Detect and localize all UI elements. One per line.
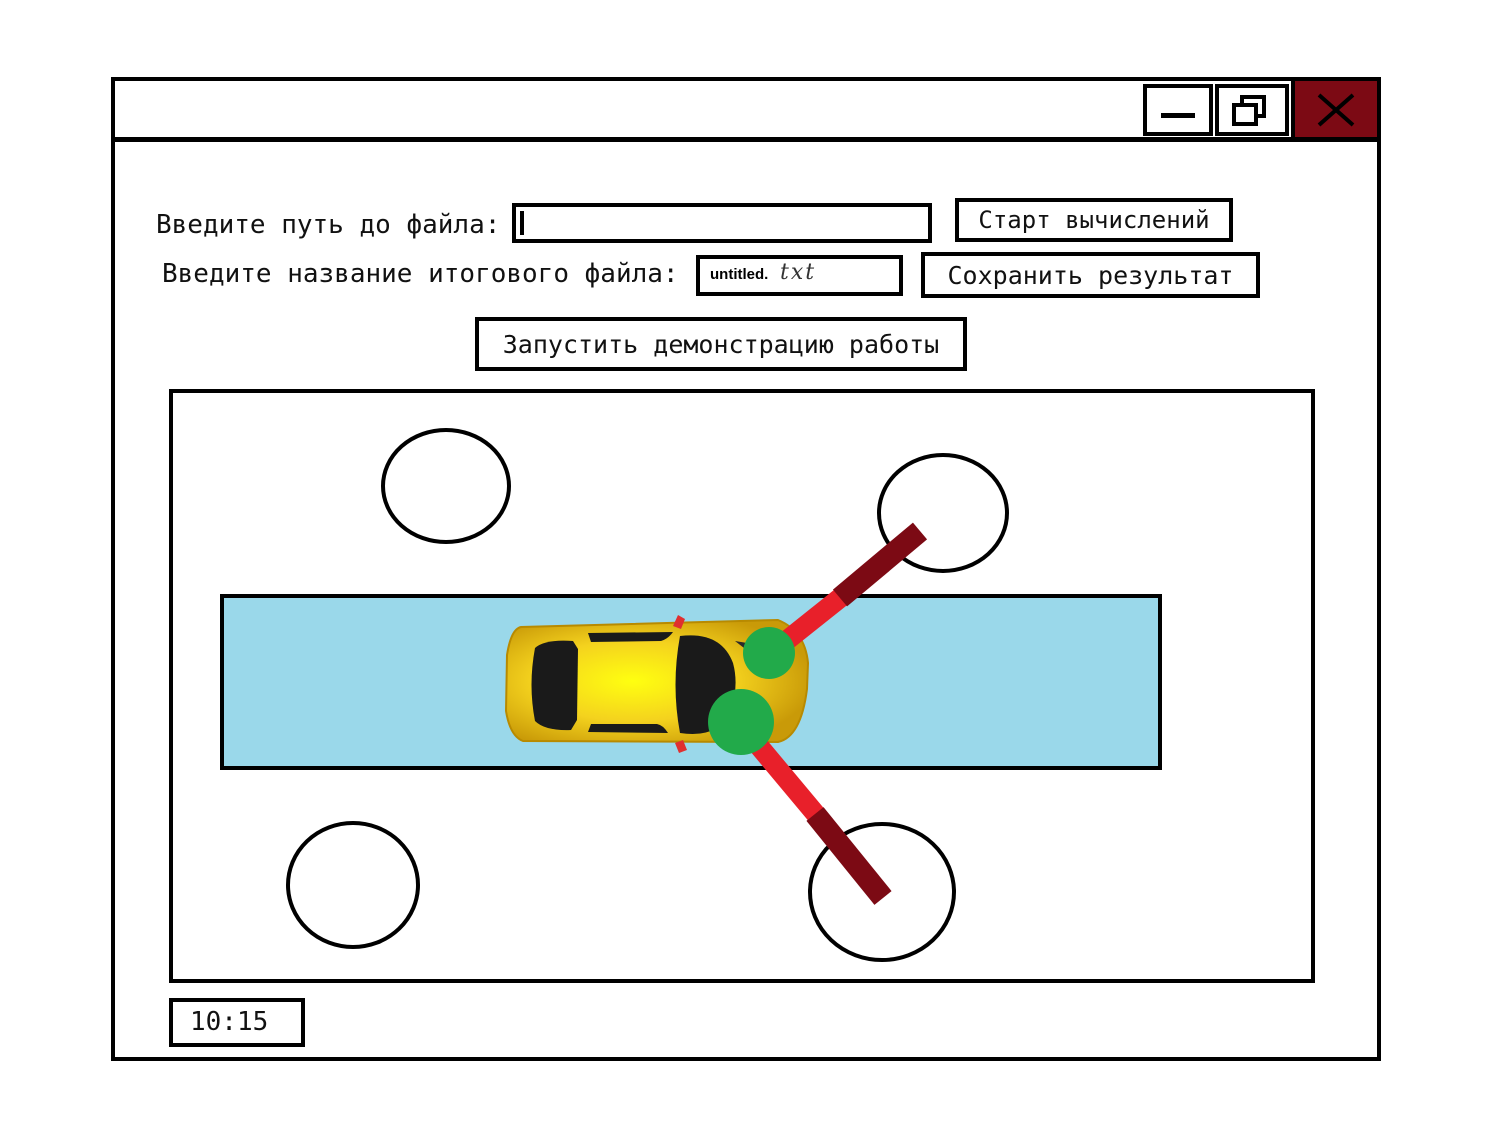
minimize-icon [1161, 113, 1195, 118]
restore-icon [1232, 95, 1266, 126]
output-name-text: untitled. [710, 266, 769, 283]
sensor-arm-lower-outer [806, 807, 892, 905]
demo-canvas [169, 389, 1315, 983]
title-bar[interactable] [115, 77, 1381, 142]
text-cursor [520, 211, 524, 235]
run-demo-button[interactable]: Запустить демонстрацию работы [475, 317, 967, 371]
file-path-field[interactable] [512, 203, 932, 243]
save-result-button[interactable]: Сохранить результат [921, 252, 1260, 298]
minimize-button[interactable] [1143, 84, 1213, 136]
file-path-input[interactable] [516, 207, 928, 239]
obstacle-circle [381, 428, 511, 544]
app-window: Введите путь до файла: Старт вычислений … [111, 77, 1381, 1061]
time-display: 10:15 [169, 998, 305, 1047]
restore-button[interactable] [1215, 84, 1289, 136]
output-name-label: Введите название итогового файла: [162, 259, 679, 289]
sensor-upper [743, 627, 795, 679]
obstacle-circle [286, 821, 420, 949]
close-button[interactable] [1291, 77, 1381, 141]
sensor-arm-upper-outer [832, 522, 928, 607]
close-icon [1317, 93, 1355, 127]
output-name-field[interactable]: untitled. txt [696, 255, 903, 296]
start-calculation-button[interactable]: Старт вычислений [955, 198, 1233, 242]
sensor-lower [708, 689, 774, 755]
file-path-label: Введите путь до файла: [156, 210, 501, 240]
output-name-extension: txt [780, 260, 817, 285]
